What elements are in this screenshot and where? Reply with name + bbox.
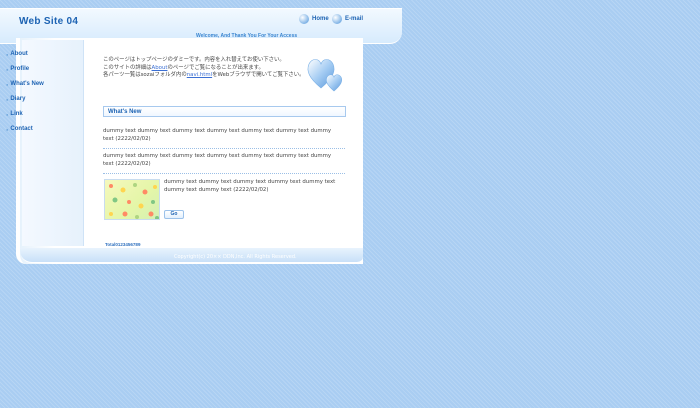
sidebar-item-label: Link — [10, 111, 23, 117]
nav-home-label: Home — [312, 16, 329, 22]
sidebar-item-label: Profile — [10, 66, 30, 72]
sidebar-item-label: About — [10, 51, 28, 57]
bullet-icon: ● — [6, 111, 9, 117]
intro-line-3-post: をWebブラウザで開いてご覧下さい。 — [212, 72, 305, 79]
go-button[interactable]: Go — [164, 210, 184, 219]
bullet-icon: ● — [6, 66, 9, 72]
divider — [103, 173, 345, 174]
intro-line-2-pre: このサイトの詳細は — [103, 64, 152, 71]
news-item: dummy text dummy text dummy text dummy t… — [103, 128, 332, 142]
about-link[interactable]: About — [152, 65, 168, 71]
news-item: dummy text dummy text dummy text dummy t… — [103, 153, 332, 167]
whats-new-title: What's New — [108, 109, 142, 115]
sidebar-item-label: Diary — [10, 96, 26, 102]
divider — [103, 148, 345, 149]
access-counter: Total0123456789 — [105, 242, 141, 247]
sidebar-item-label: What's New — [10, 81, 44, 87]
intro-line-3: 各パーツ一覧はsozaiフォルダ内のnavi.htmlをWebブラウザで開いてご… — [103, 72, 309, 80]
whats-new-heading: What's New — [103, 106, 346, 117]
email-orb-icon — [332, 14, 342, 24]
news-thumbnail — [104, 179, 160, 220]
site-title: Web Site 04 — [19, 16, 79, 27]
nav-email-label: E-mail — [345, 16, 364, 22]
bullet-icon: ● — [6, 126, 9, 132]
sidebar-item-link[interactable]: ● Link — [6, 111, 23, 117]
intro-text: このページはトップページのダミーです。内容を入れ替えてお使い下さい。 このサイト… — [103, 57, 309, 80]
sidebar-item-contact[interactable]: ● Contact — [6, 126, 33, 132]
sidebar-item-profile[interactable]: ● Profile — [6, 66, 29, 72]
bullet-icon: ● — [6, 51, 9, 57]
intro-line-1: このページはトップページのダミーです。内容を入れ替えてお使い下さい。 — [103, 57, 285, 63]
home-orb-icon — [299, 14, 309, 24]
sidebar-item-diary[interactable]: ● Diary — [6, 96, 25, 102]
sidebar — [22, 40, 84, 246]
intro-line-2-post: のページでご覧になることが出来ます。 — [167, 64, 264, 71]
bullet-icon: ● — [6, 96, 9, 102]
nav-home-link[interactable]: Home — [299, 14, 329, 24]
news-item: dummy text dummy text dummy text dummy t… — [164, 179, 336, 193]
sidebar-item-about[interactable]: ● About — [6, 51, 28, 57]
hearts-icon — [307, 59, 343, 92]
navi-html-link[interactable]: navi.html — [187, 72, 212, 78]
sidebar-item-whats-new[interactable]: ● What's New — [6, 81, 44, 87]
copyright-text: Copyright(c) 20×× DDN,Inc. All Rights Re… — [174, 254, 297, 260]
nav-email-link[interactable]: E-mail — [332, 14, 363, 24]
sidebar-item-label: Contact — [10, 126, 33, 132]
bullet-icon: ● — [6, 81, 9, 87]
intro-line-3-pre: 各パーツ一覧はsozaiフォルダ内の — [103, 72, 187, 79]
